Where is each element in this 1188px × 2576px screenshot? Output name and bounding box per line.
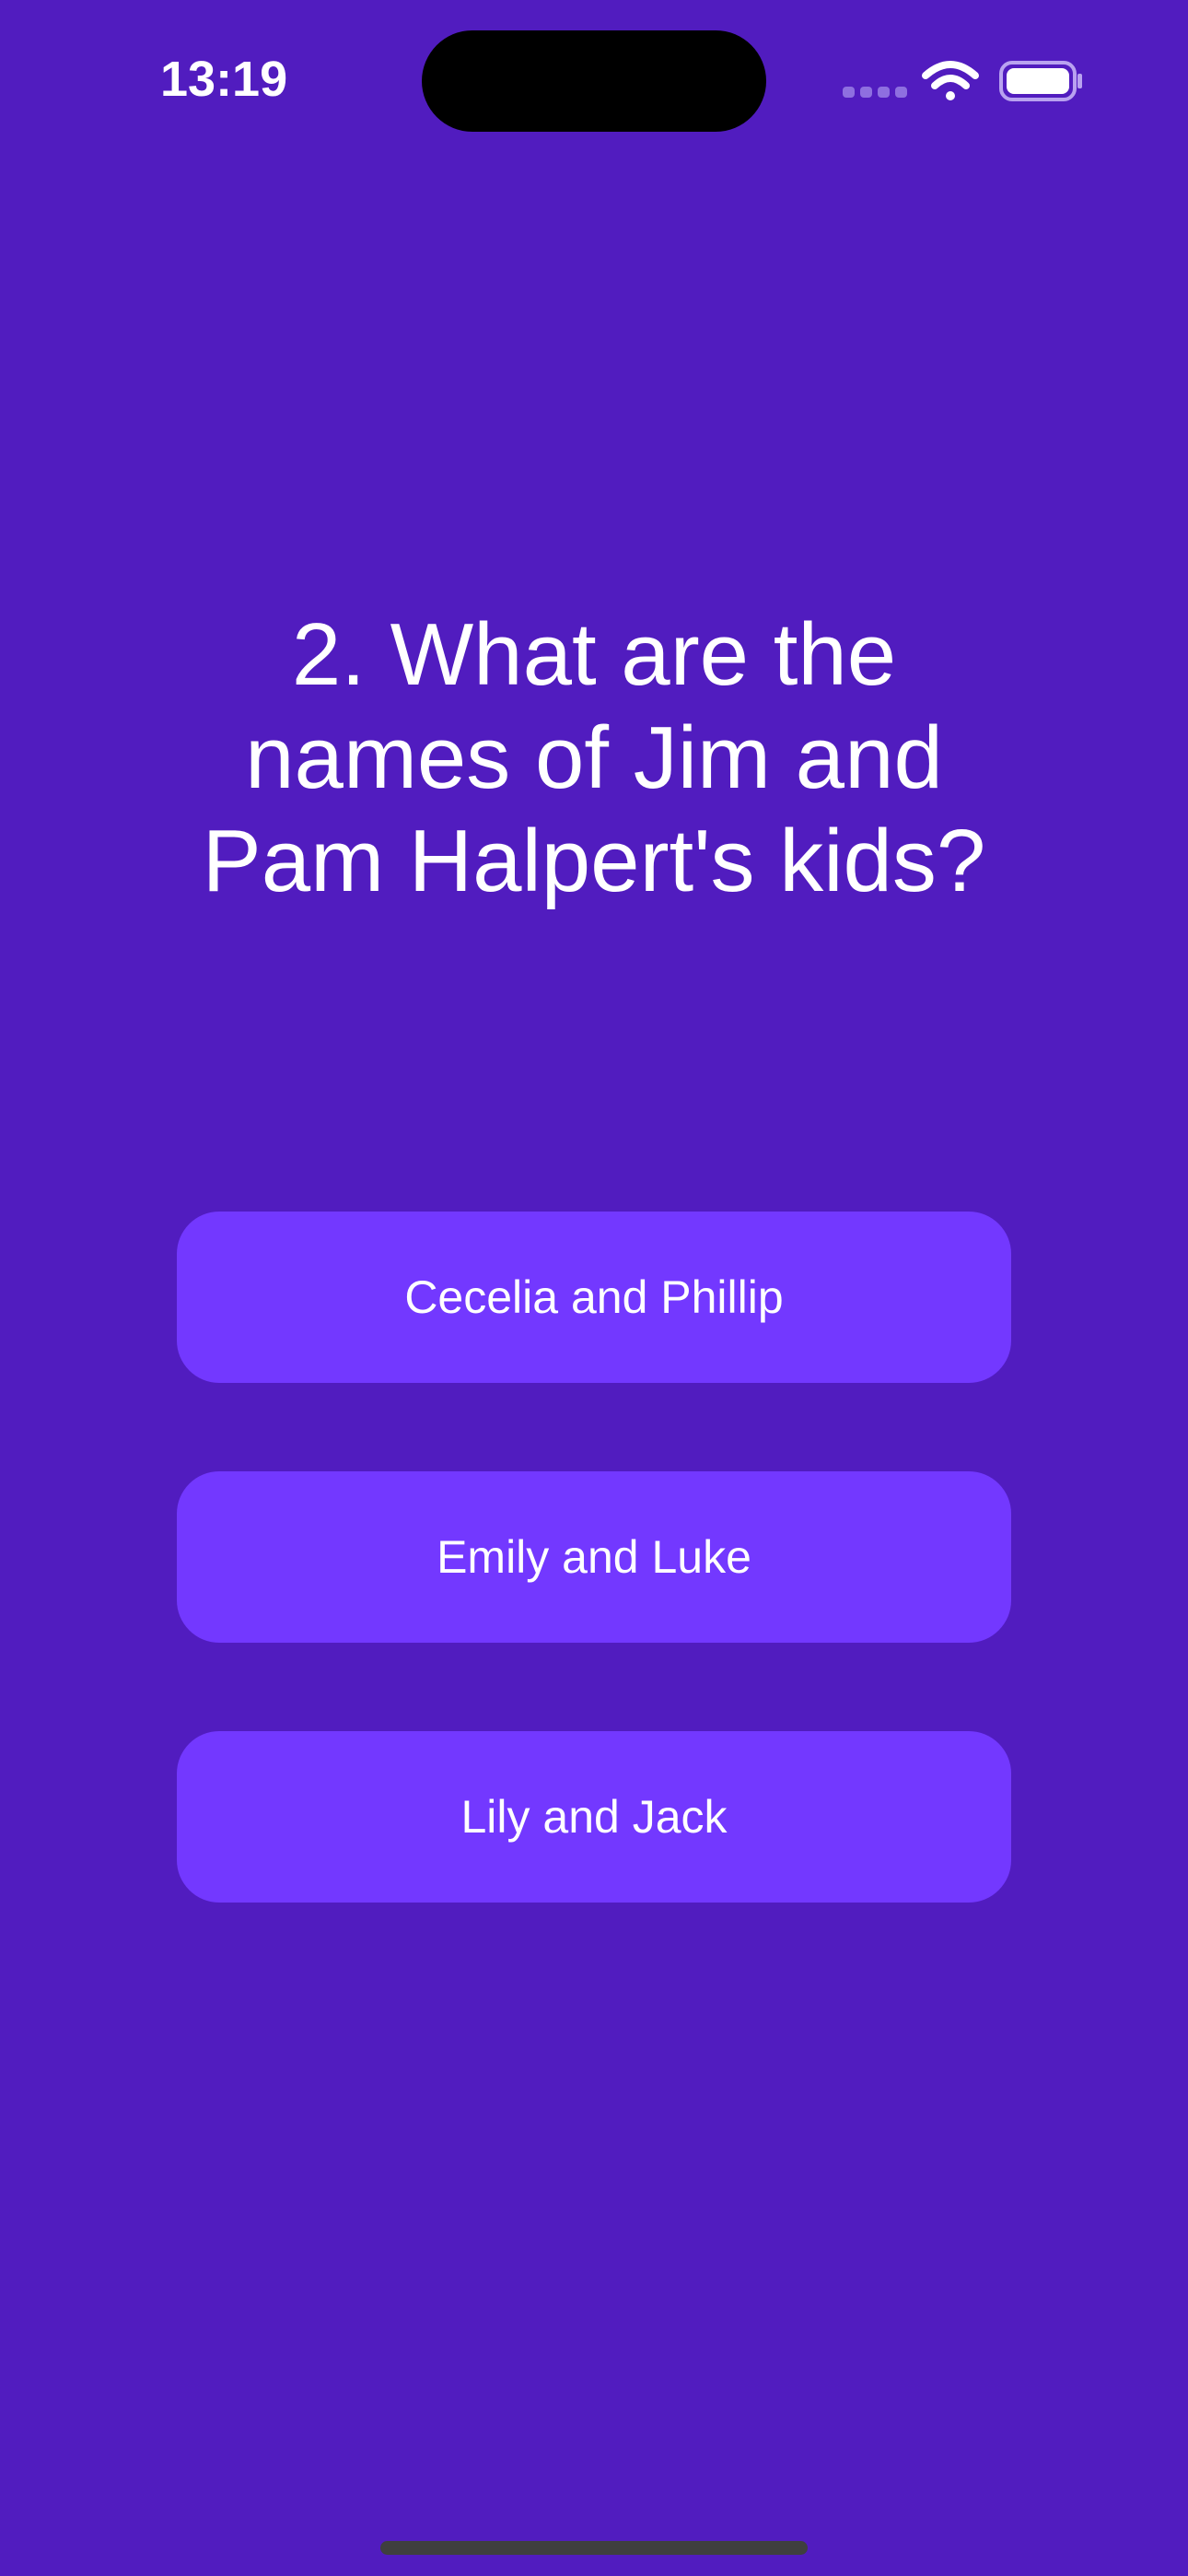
- battery-icon: [999, 61, 1082, 101]
- answer-list: Cecelia and Phillip Emily and Luke Lily …: [177, 1212, 1011, 1991]
- status-time: 13:19: [160, 52, 288, 107]
- answer-button-1[interactable]: Cecelia and Phillip: [177, 1212, 1011, 1383]
- status-icons: [843, 61, 1082, 101]
- answer-button-3[interactable]: Lily and Jack: [177, 1731, 1011, 1903]
- home-indicator[interactable]: [380, 2541, 808, 2555]
- question-text: 2. What are the names of Jim and Pam Hal…: [202, 605, 986, 910]
- dynamic-island: [422, 30, 766, 132]
- signal-icon: [843, 87, 907, 98]
- answer-button-2[interactable]: Emily and Luke: [177, 1471, 1011, 1643]
- wifi-icon: [922, 61, 979, 100]
